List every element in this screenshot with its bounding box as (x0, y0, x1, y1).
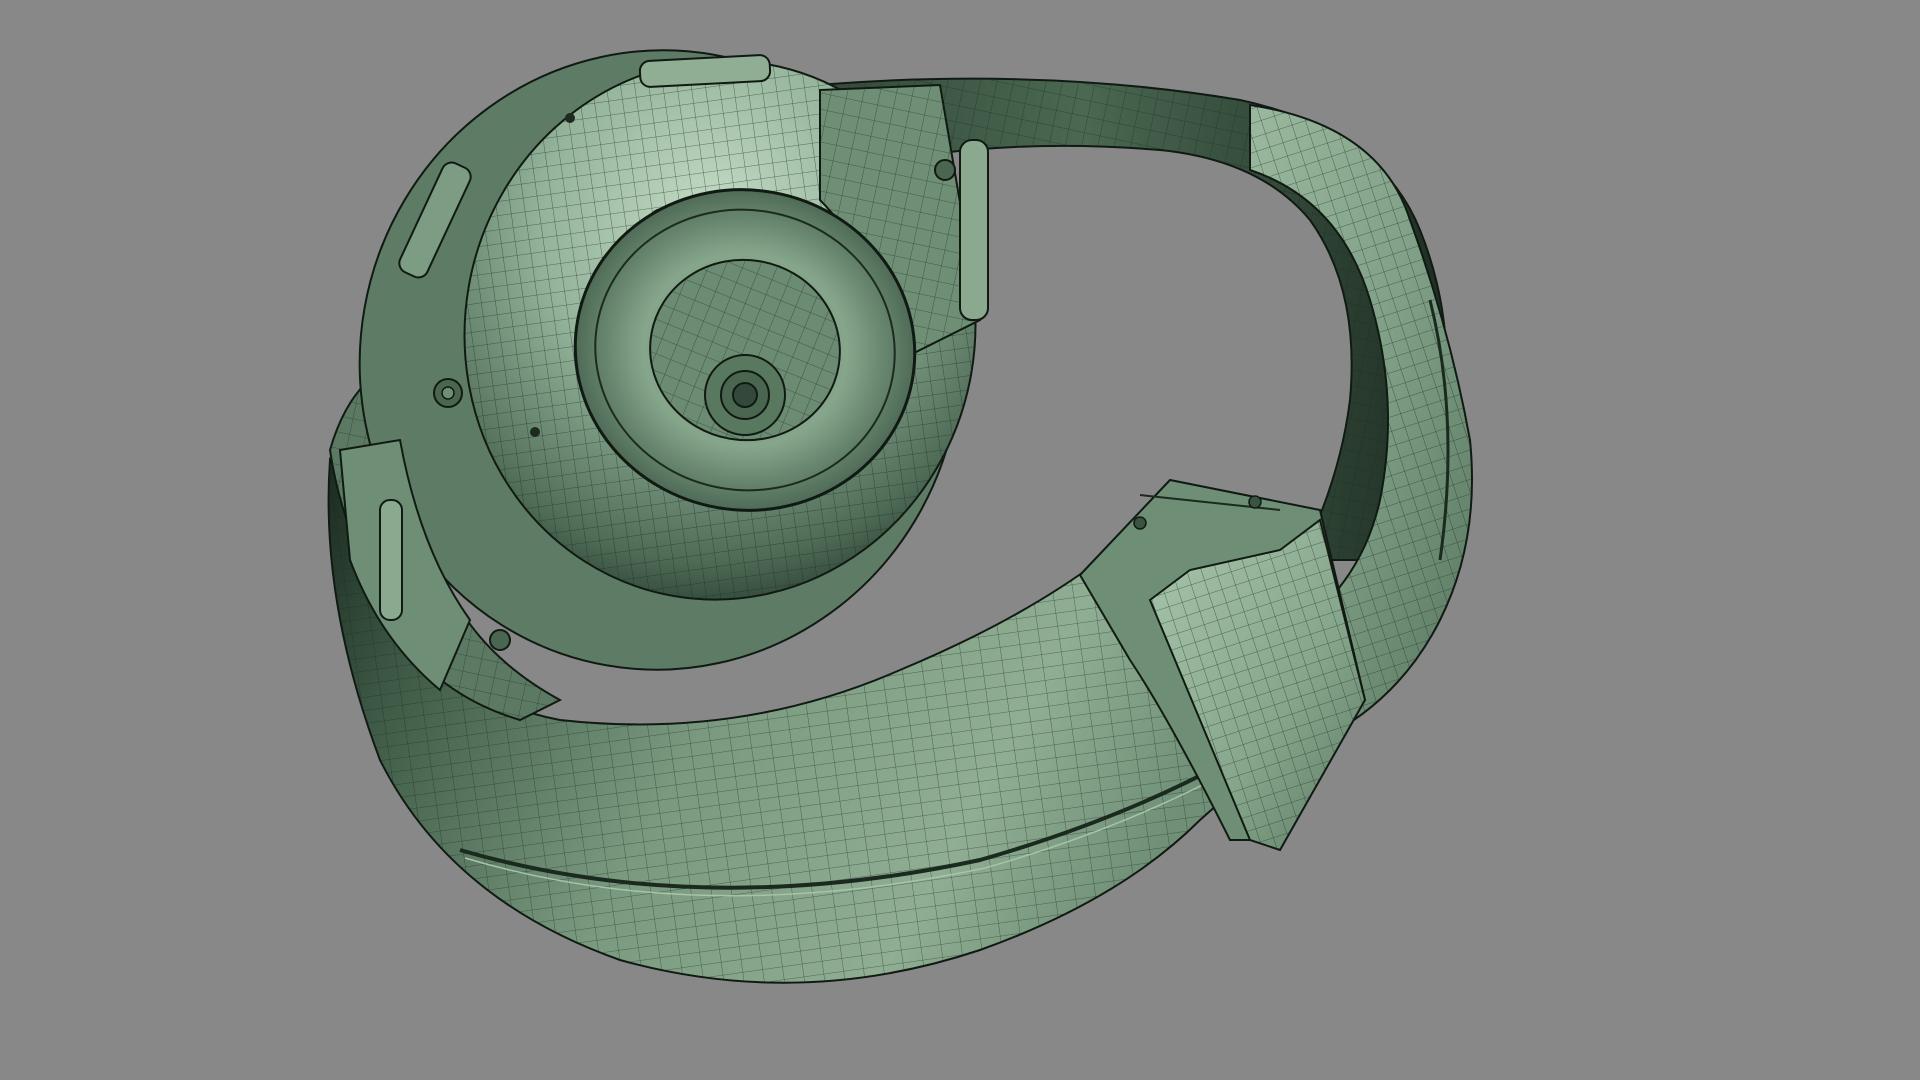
case-screw-2 (433, 378, 463, 408)
case-hole-1 (530, 427, 540, 437)
case-hole-2 (565, 113, 575, 123)
viewport-canvas[interactable] (0, 0, 1920, 1080)
side-button-top[interactable] (638, 54, 772, 88)
3d-viewport[interactable] (0, 0, 1920, 1080)
